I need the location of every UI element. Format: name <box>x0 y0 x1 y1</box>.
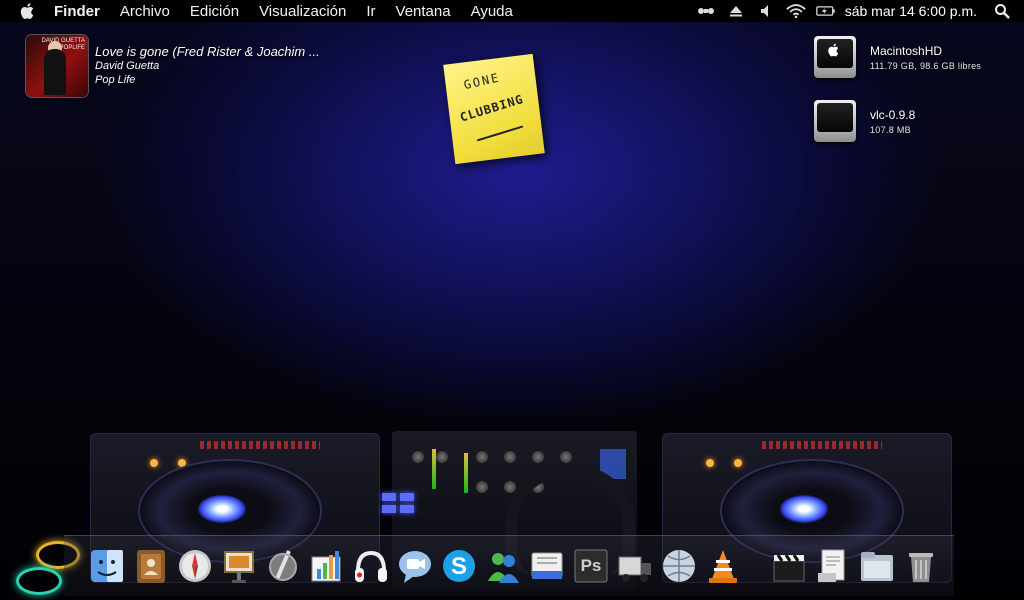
battery-icon[interactable] <box>815 3 836 19</box>
menu-archivo[interactable]: Archivo <box>110 3 180 20</box>
spotlight-search-icon[interactable] <box>992 3 1012 19</box>
album-art-figure <box>44 49 66 95</box>
menu-finder[interactable]: Finder <box>46 3 110 20</box>
menu-ventana[interactable]: Ventana <box>386 3 461 20</box>
track-info: Love is gone (Fred Rister & Joachim ... … <box>95 45 320 97</box>
messenger-icon[interactable] <box>484 547 522 585</box>
mail-icon[interactable] <box>528 547 566 585</box>
address-book-icon[interactable] <box>132 547 170 585</box>
documents-folder-icon[interactable] <box>858 547 896 585</box>
track-album: Pop Life <box>95 74 136 86</box>
menu-edicion[interactable]: Edición <box>180 3 249 20</box>
numbers-icon[interactable] <box>308 547 346 585</box>
clapboard-icon[interactable] <box>770 547 808 585</box>
album-art: DAVID GUETTA POPLIFE <box>26 35 88 97</box>
sticky-note-line2: CLUBBING <box>458 91 526 125</box>
photoshop-icon[interactable]: Ps <box>572 547 610 585</box>
sticky-note-line1: GONE <box>462 70 502 93</box>
hard-drive-icon <box>814 36 856 78</box>
desktop-drive-macintoshhd[interactable]: MacintoshHD 111.79 GB, 98.6 GB libres <box>814 36 981 78</box>
desktop-drive-vlc[interactable]: vlc-0.9.8 107.8 MB <box>814 100 915 142</box>
menu-clock[interactable]: sáb mar 14 6:00 p.m. <box>845 3 977 19</box>
sticky-note-underline <box>476 125 524 142</box>
script-editor-icon[interactable] <box>264 547 302 585</box>
drive-name: MacintoshHD <box>870 44 943 58</box>
finder-icon[interactable] <box>88 547 126 585</box>
svg-text:S: S <box>451 553 467 580</box>
track-title: Love is gone (Fred Rister & Joachim ... <box>95 44 320 59</box>
menu-bar: Finder Archivo Edición Visualización Ir … <box>0 0 1024 22</box>
track-artist: David Guetta <box>95 60 160 72</box>
sticky-note[interactable]: GONE CLUBBING <box>443 53 545 165</box>
vlc-icon[interactable] <box>704 547 742 585</box>
drive-detail: 107.8 MB <box>870 125 911 135</box>
skype-icon[interactable]: S <box>440 547 478 585</box>
drive-name: vlc-0.9.8 <box>870 108 916 122</box>
keynote-icon[interactable] <box>220 547 258 585</box>
trash-icon[interactable] <box>902 547 940 585</box>
bluetooth-icon[interactable] <box>696 3 716 19</box>
status-area: sáb mar 14 6:00 p.m. <box>691 0 1024 22</box>
drive-detail: 111.79 GB, 98.6 GB libres <box>870 61 982 71</box>
menu-ir[interactable]: Ir <box>356 3 385 20</box>
safari-icon[interactable] <box>176 547 214 585</box>
eject-icon[interactable] <box>726 3 746 19</box>
network-icon[interactable] <box>660 547 698 585</box>
menu-ayuda[interactable]: Ayuda <box>461 3 523 20</box>
ichat-icon[interactable] <box>396 547 434 585</box>
headphones-app-icon[interactable] <box>352 547 390 585</box>
photoshop-label: Ps <box>580 556 602 575</box>
wifi-icon[interactable] <box>786 3 806 19</box>
menu-visualizacion[interactable]: Visualización <box>249 3 356 20</box>
now-playing-widget[interactable]: DAVID GUETTA POPLIFE Love is gone (Fred … <box>26 35 320 97</box>
volume-icon[interactable] <box>756 3 776 19</box>
disk-image-icon <box>814 100 856 142</box>
transmit-icon[interactable] <box>616 547 654 585</box>
pdf-document-icon[interactable] <box>814 547 852 585</box>
apple-menu-icon[interactable] <box>18 1 38 21</box>
